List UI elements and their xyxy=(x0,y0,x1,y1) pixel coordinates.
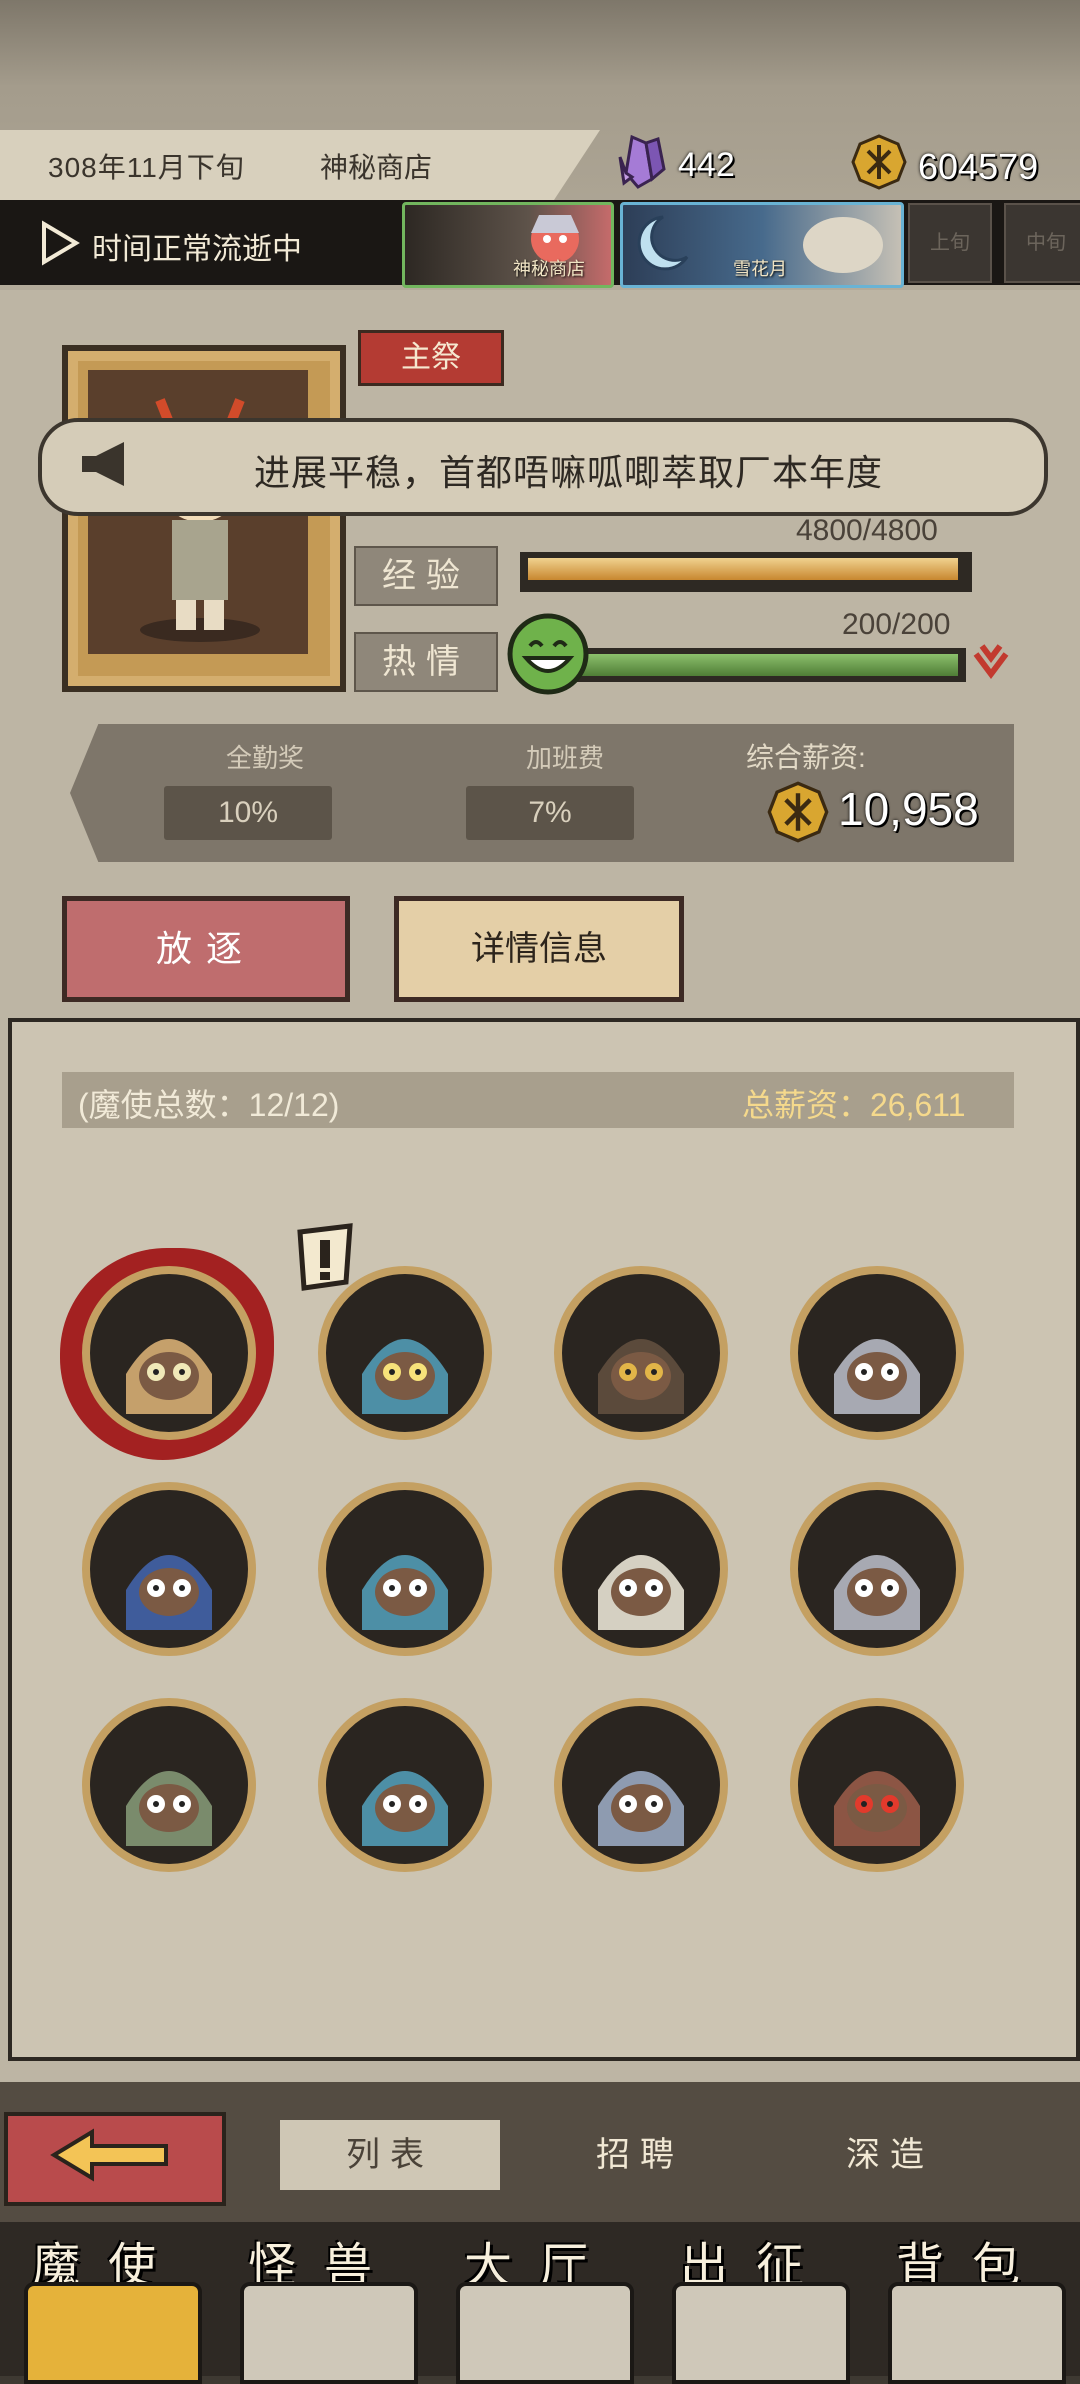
event-label: 神秘商店 xyxy=(513,259,585,279)
mage-avatar[interactable] xyxy=(318,1482,492,1656)
mage-avatar[interactable] xyxy=(318,1698,492,1872)
passion-value: 200/200 xyxy=(842,608,951,641)
mage-avatar[interactable] xyxy=(790,1482,964,1656)
mage-avatar[interactable] xyxy=(790,1266,964,1440)
overtime-value: 7% xyxy=(466,786,634,840)
mage-avatar[interactable] xyxy=(554,1482,728,1656)
event-label: 雪花月 xyxy=(733,259,787,279)
coin-count: 604579 xyxy=(918,146,1039,187)
mage-portrait xyxy=(834,1771,920,1846)
total-salary-value: 10,958 xyxy=(838,783,979,835)
speaker-icon xyxy=(82,442,124,486)
mage-portrait xyxy=(598,1339,684,1414)
coin-icon xyxy=(767,781,829,843)
mage-portrait xyxy=(362,1339,448,1414)
mage-avatar[interactable] xyxy=(554,1698,728,1872)
monster-icon[interactable] xyxy=(240,2282,418,2384)
mage-portrait xyxy=(362,1555,448,1630)
coin-icon xyxy=(851,134,907,190)
mage-portrait xyxy=(598,1771,684,1846)
tab-recruit[interactable]: 招聘 xyxy=(540,2120,740,2190)
mage-portrait xyxy=(362,1771,448,1846)
mage-portrait xyxy=(834,1339,920,1414)
role-badge: 主祭 xyxy=(358,330,504,386)
exp-value: 4800/4800 xyxy=(796,514,938,547)
mage-portrait xyxy=(126,1339,212,1414)
hall-icon[interactable] xyxy=(456,2282,634,2384)
exp-label: 经验 xyxy=(354,546,498,606)
tab-list[interactable]: 列表 xyxy=(280,2120,500,2190)
skull-icon[interactable] xyxy=(24,2282,202,2384)
expedition-icon[interactable] xyxy=(672,2282,850,2384)
mage-portrait xyxy=(126,1771,212,1846)
total-salary-label: 综合薪资: xyxy=(746,742,866,773)
overtime-label: 加班费 xyxy=(526,743,605,773)
mage-count: (魔使总数：12/12) xyxy=(78,1087,340,1123)
exile-button[interactable]: 放逐 xyxy=(62,896,350,1002)
mage-portrait xyxy=(834,1555,920,1630)
location-label: 神秘商店 xyxy=(320,152,433,183)
mage-avatar[interactable] xyxy=(82,1698,256,1872)
mage-avatar[interactable] xyxy=(790,1698,964,1872)
roster-total-salary: 总薪资：26,611 xyxy=(742,1087,966,1123)
passion-label: 热情 xyxy=(354,632,498,692)
news-text: 进展平稳，首都唔嘛呱唧萃取厂本年度 xyxy=(254,452,884,493)
play-icon[interactable] xyxy=(40,220,80,266)
event-card-shop[interactable]: 神秘商店 xyxy=(402,202,614,288)
mage-avatar[interactable] xyxy=(318,1266,492,1440)
back-arrow-icon xyxy=(50,2128,168,2182)
tab-forge[interactable]: 深造 xyxy=(790,2120,990,2190)
smile-icon xyxy=(507,613,589,695)
details-button[interactable]: 详情信息 xyxy=(394,896,684,1002)
exp-bar-fill xyxy=(528,558,958,580)
mage-avatar[interactable] xyxy=(554,1266,728,1440)
crystal-icon xyxy=(618,134,666,189)
time-status: 时间正常流逝中 xyxy=(92,233,302,266)
mage-portrait xyxy=(126,1555,212,1630)
mage-avatar[interactable] xyxy=(82,1482,256,1656)
arrow-down-icon xyxy=(973,644,1009,679)
attendance-value: 10% xyxy=(164,786,332,840)
mage-portrait xyxy=(598,1555,684,1630)
passion-bar-fill xyxy=(548,654,958,676)
crystal-count: 442 xyxy=(678,146,735,184)
bag-icon[interactable] xyxy=(888,2282,1066,2384)
game-date: 308年11月下旬 xyxy=(48,152,245,183)
mage-avatar[interactable] xyxy=(82,1266,256,1440)
event-card-snow-month[interactable]: 雪花月 xyxy=(620,202,904,288)
attendance-label: 全勤奖 xyxy=(226,743,305,773)
period-mid-button[interactable]: 中旬 xyxy=(1004,203,1080,283)
period-early-button[interactable]: 上旬 xyxy=(908,203,992,283)
